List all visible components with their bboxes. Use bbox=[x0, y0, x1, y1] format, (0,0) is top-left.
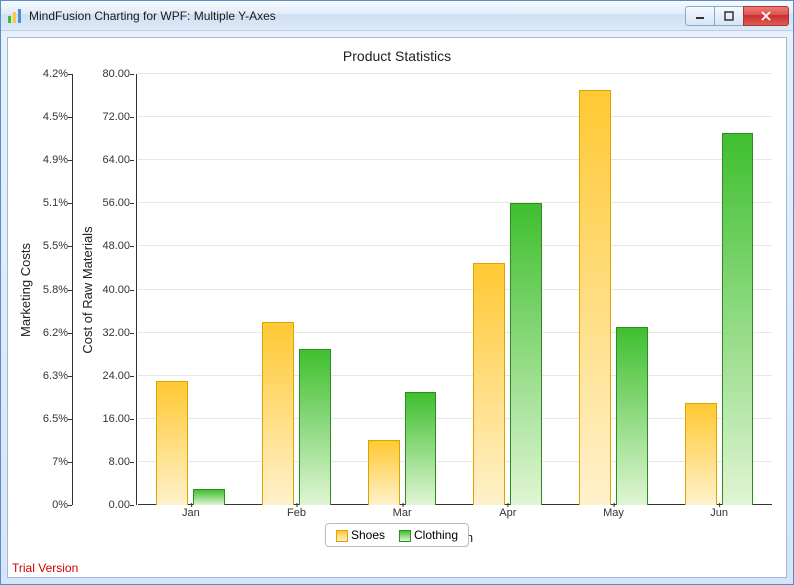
y2-tick: 32.00 bbox=[102, 327, 130, 339]
y1-tick: 4.2% bbox=[43, 68, 68, 80]
bars bbox=[138, 74, 772, 505]
bar-clothing-apr bbox=[510, 203, 542, 505]
y2-tick: 16.00 bbox=[102, 413, 130, 425]
legend-label-clothing: Clothing bbox=[414, 528, 458, 542]
y1-tick: 6.5% bbox=[43, 413, 68, 425]
bar-clothing-mar bbox=[405, 392, 437, 505]
plot-area: Marketing Costs Cost of Raw Materials 0%… bbox=[16, 74, 778, 505]
bar-shoes-feb bbox=[262, 322, 294, 505]
bar-clothing-may bbox=[616, 327, 648, 505]
y1-tick: 4.5% bbox=[43, 111, 68, 123]
y1-tick: 5.5% bbox=[43, 240, 68, 252]
y1-tick: 7% bbox=[52, 456, 68, 468]
y1-tick: 5.1% bbox=[43, 197, 68, 209]
bar-clothing-jun bbox=[722, 133, 754, 505]
window-controls bbox=[685, 6, 789, 26]
x-tick: Apr bbox=[499, 507, 516, 519]
chart-panel: Product Statistics Marketing Costs Cost … bbox=[7, 37, 787, 578]
x-tick: Feb bbox=[287, 507, 306, 519]
x-tick: Mar bbox=[393, 507, 412, 519]
y1-tick: 5.8% bbox=[43, 284, 68, 296]
bar-shoes-may bbox=[579, 90, 611, 505]
chart-title: Product Statistics bbox=[8, 38, 786, 68]
y2-axis-label: Cost of Raw Materials bbox=[80, 226, 95, 353]
swatch-shoes-icon bbox=[336, 530, 348, 542]
y2-tick: 72.00 bbox=[102, 111, 130, 123]
y2-tick: 24.00 bbox=[102, 370, 130, 382]
y2-tick: 56.00 bbox=[102, 197, 130, 209]
y2-axis-line bbox=[136, 74, 137, 505]
y2-tick: 48.00 bbox=[102, 240, 130, 252]
y1-tick: 4.9% bbox=[43, 154, 68, 166]
y2-tick: 8.00 bbox=[109, 456, 130, 468]
x-tick: Jun bbox=[710, 507, 728, 519]
legend: Shoes Clothing bbox=[325, 523, 469, 547]
x-ticks: Jan Feb Mar Apr May Jun bbox=[138, 507, 772, 523]
swatch-clothing-icon bbox=[399, 530, 411, 542]
x-tick: May bbox=[603, 507, 624, 519]
y1-tick: 6.2% bbox=[43, 327, 68, 339]
bar-shoes-jan bbox=[156, 381, 188, 505]
close-button[interactable] bbox=[743, 6, 789, 26]
y1-axis-label: Marketing Costs bbox=[18, 243, 33, 337]
y2-tick: 80.00 bbox=[102, 68, 130, 80]
bar-shoes-mar bbox=[368, 440, 400, 505]
bars-area bbox=[138, 74, 772, 505]
y2-ticks: 0.008.0016.0024.0032.0040.0048.0056.0064… bbox=[100, 74, 134, 505]
y2-tick: 0.00 bbox=[109, 499, 130, 511]
y1-tick: 6.3% bbox=[43, 370, 68, 382]
titlebar[interactable]: MindFusion Charting for WPF: Multiple Y-… bbox=[1, 1, 793, 31]
legend-item-shoes: Shoes bbox=[336, 528, 385, 542]
bar-shoes-apr bbox=[473, 263, 505, 505]
y1-ticks: 0%7%6.5%6.3%6.2%5.8%5.5%5.1%4.9%4.5%4.2% bbox=[38, 74, 72, 505]
window-title: MindFusion Charting for WPF: Multiple Y-… bbox=[29, 9, 679, 23]
y2-tick: 40.00 bbox=[102, 284, 130, 296]
legend-item-clothing: Clothing bbox=[399, 528, 458, 542]
y2-tick: 64.00 bbox=[102, 154, 130, 166]
bar-shoes-jun bbox=[685, 403, 717, 505]
bar-clothing-jan bbox=[193, 489, 225, 505]
legend-label-shoes: Shoes bbox=[351, 528, 385, 542]
trial-watermark: Trial Version bbox=[12, 561, 78, 575]
bar-clothing-feb bbox=[299, 349, 331, 505]
y1-tick: 0% bbox=[52, 499, 68, 511]
app-window: MindFusion Charting for WPF: Multiple Y-… bbox=[0, 0, 794, 585]
x-tick: Jan bbox=[182, 507, 200, 519]
minimize-button[interactable] bbox=[685, 6, 715, 26]
y1-axis-line bbox=[72, 74, 73, 505]
app-icon bbox=[7, 8, 23, 24]
maximize-button[interactable] bbox=[714, 6, 744, 26]
